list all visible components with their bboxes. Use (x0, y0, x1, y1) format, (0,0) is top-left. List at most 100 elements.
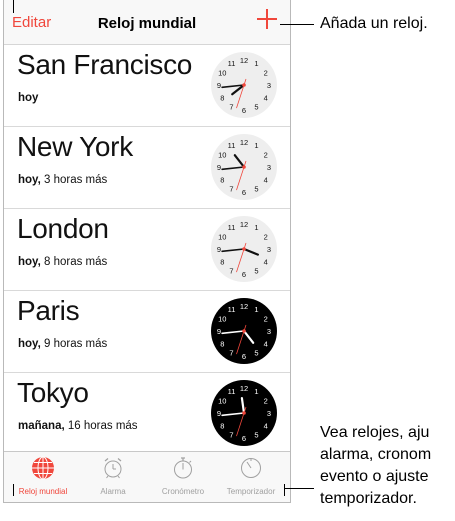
clock-row-paris[interactable]: Paris hoy, 9 horas más 1 2 3 4 5 6 7 8 9 10 11 12 (4, 291, 290, 373)
page-title: Reloj mundial (97, 15, 197, 32)
clock-numeral: 5 (254, 349, 258, 358)
clock-numeral: 11 (228, 141, 236, 150)
city-name: London (17, 213, 109, 244)
clock-row-london[interactable]: London hoy, 8 horas más 1 2 3 4 5 6 7 8 9 10 11 12 (4, 209, 290, 291)
clock-numeral: 9 (217, 245, 221, 254)
offset-label: 8 horas más (40, 256, 108, 268)
tab-bar: Reloj mundial Alarma Cronómetro Temporiz… (4, 451, 290, 502)
analog-clock: 1234567891011 12 (211, 134, 277, 200)
clock-numeral: 3 (267, 81, 271, 90)
day-label: mañana, (18, 420, 65, 432)
tab-label: Cronómetro (161, 487, 205, 496)
clock-numeral: 12 (240, 302, 248, 311)
time-offset: mañana, 16 horas más (18, 420, 138, 432)
callout-line-3: evento o ajuste (320, 468, 429, 485)
tab-label: Temporizador (226, 487, 276, 496)
clock-numeral: 9 (217, 409, 221, 418)
clock-numeral: 2 (264, 150, 268, 159)
day-label: hoy, (18, 174, 41, 186)
clock-numeral: 7 (229, 267, 233, 276)
clock-numeral: 4 (264, 339, 268, 348)
globe-icon (32, 456, 54, 480)
clock-numeral: 2 (264, 396, 268, 405)
clock-row-tokyo[interactable]: Tokyo mañana, 16 horas más 1 2 3 4 5 6 7 8 9 10 11… (4, 373, 290, 455)
clock-numeral: 1 (254, 141, 258, 150)
clock-numeral: 7 (229, 431, 233, 440)
clock-center-dot (242, 83, 246, 87)
alarm-clock-icon (104, 458, 122, 479)
clock-numeral: 9 (217, 327, 221, 336)
callout-line-tab-left (13, 484, 14, 496)
clock-numeral: 9 (217, 81, 221, 90)
callout-line-edit (13, 0, 14, 13)
tab-timer[interactable]: Temporizador (216, 452, 286, 502)
callout-add-clock: Añada un reloj. (320, 15, 428, 32)
tab-stopwatch[interactable]: Cronómetro (148, 452, 218, 502)
clock-numeral: 1 (254, 305, 258, 314)
clock-numeral: 8 (220, 257, 224, 266)
clock-numeral: 1 (254, 59, 258, 68)
city-name: Paris (17, 295, 80, 326)
clock-numeral: 1 (254, 387, 258, 396)
clock-numeral: 3 (267, 409, 271, 418)
clock-numeral: 10 (218, 396, 226, 405)
clock-numeral: 6 (242, 188, 246, 197)
callout-line-add (280, 24, 314, 25)
clock-numeral: 10 (218, 150, 226, 159)
tab-alarm[interactable]: Alarma (78, 452, 148, 502)
city-name: New York (17, 131, 133, 162)
add-clock-button[interactable] (257, 9, 277, 29)
clock-numeral: 2 (264, 68, 268, 77)
offset-label: 3 horas más (40, 174, 108, 186)
callout-line-1: Vea relojes, aju (320, 424, 430, 441)
clock-center-dot (242, 247, 246, 251)
clock-numeral: 10 (218, 68, 226, 77)
offset-label: 9 horas más (40, 338, 108, 350)
analog-clock: 1234567891011 12 (211, 216, 277, 282)
tab-label: Reloj mundial (18, 487, 68, 496)
callout-tabs: Vea relojes, aju alarma, cronom evento o… (320, 422, 455, 510)
clock-numeral: 10 (218, 232, 226, 241)
clock-numeral: 5 (254, 267, 258, 276)
day-label: hoy, (18, 256, 41, 268)
day-label: hoy, (18, 338, 41, 350)
clock-numeral: 12 (240, 56, 248, 65)
clock-numeral: 8 (220, 175, 224, 184)
city-name: San Francisco (17, 49, 193, 80)
clock-row-san-francisco[interactable]: San Francisco hoy 1 2 3 4 5 6 7 8 9 10 11 12 (4, 45, 290, 127)
clock-numeral: 5 (254, 185, 258, 194)
clock-numeral: 8 (220, 339, 224, 348)
stopwatch-icon (174, 457, 192, 479)
clock-numeral: 2 (264, 232, 268, 241)
clock-numeral: 9 (217, 163, 221, 172)
clock-row-new-york[interactable]: New York hoy, 3 horas más 1 2 3 4 5 6 7 8 9 10 11 1… (4, 127, 290, 209)
clock-numeral: 3 (267, 245, 271, 254)
clock-numeral: 6 (242, 270, 246, 279)
analog-clock: 1234567891011 12 (211, 380, 277, 446)
clock-center-dot (242, 329, 246, 333)
analog-clock: 1234567891011 12 (211, 52, 277, 118)
timer-icon (241, 458, 261, 478)
tab-label: Alarma (100, 487, 126, 496)
callout-line-2: alarma, cronom (320, 446, 432, 463)
clock-numeral: 6 (242, 352, 246, 361)
clock-numeral: 6 (242, 434, 246, 443)
clock-numeral: 11 (228, 223, 236, 232)
world-clock-screen: Editar Reloj mundial San Francisco hoy 1… (3, 0, 291, 503)
clock-numeral: 11 (228, 59, 236, 68)
tab-world-clock[interactable]: Reloj mundial (8, 452, 78, 502)
clock-numeral: 10 (218, 314, 226, 323)
offset-label: 16 horas más (64, 420, 138, 432)
clock-numeral: 2 (264, 314, 268, 323)
navigation-bar: Editar Reloj mundial (4, 0, 290, 45)
clock-numeral: 4 (264, 175, 268, 184)
clock-numeral: 8 (220, 421, 224, 430)
clock-numeral: 7 (229, 185, 233, 194)
clock-numeral: 8 (220, 93, 224, 102)
callout-line-tab-right (284, 484, 285, 496)
clock-numeral: 3 (267, 327, 271, 336)
time-offset: hoy (18, 92, 38, 104)
callout-line-tabs (284, 488, 314, 489)
clock-numeral: 7 (229, 103, 233, 112)
clock-numeral: 7 (229, 349, 233, 358)
